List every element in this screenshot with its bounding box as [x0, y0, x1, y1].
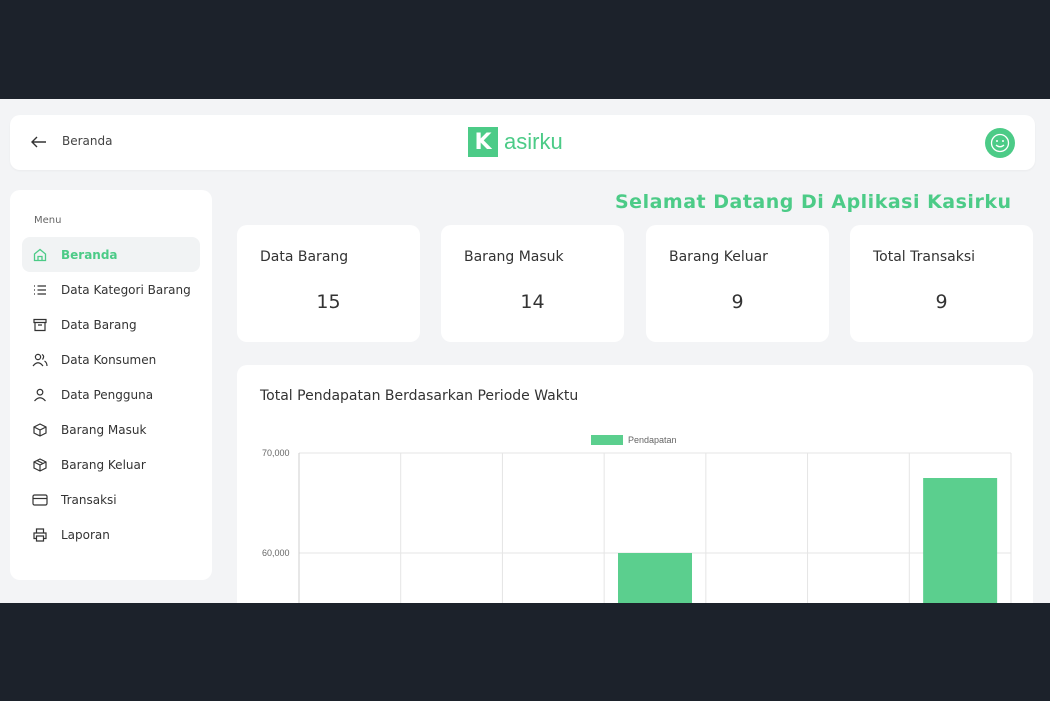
smiley-avatar-icon[interactable]: [985, 128, 1015, 158]
stat-value: 9: [935, 291, 948, 313]
stat-value: 9: [731, 291, 744, 313]
sidebar-item-transaksi[interactable]: Transaksi: [22, 482, 200, 517]
stat-label: Barang Keluar: [669, 249, 768, 265]
back-arrow-icon[interactable]: [30, 132, 48, 152]
bar-pendapatan: [923, 478, 998, 603]
sidebar-item-data-pengguna[interactable]: Data Pengguna: [22, 377, 200, 412]
sidebar-item-barang-masuk[interactable]: Barang Masuk: [22, 412, 200, 447]
stat-label: Data Barang: [260, 249, 349, 265]
printer-icon: [32, 527, 48, 543]
logo-letter: K: [468, 127, 498, 157]
home-icon: [32, 247, 48, 263]
sidebar-item-label: Beranda: [61, 247, 118, 262]
revenue-chart-card: Total Pendapatan Berdasarkan Periode Wak…: [237, 365, 1033, 603]
sidebar-item-beranda[interactable]: Beranda: [22, 237, 200, 272]
sidebar-item-label: Data Konsumen: [61, 352, 157, 367]
sidebar-item-barang-keluar[interactable]: Barang Keluar: [22, 447, 200, 482]
stat-label: Total Transaksi: [873, 249, 976, 265]
sidebar-item-label: Transaksi: [61, 492, 117, 507]
stat-label: Barang Masuk: [464, 249, 564, 265]
users-icon: [32, 352, 48, 368]
sidebar-item-data-barang[interactable]: Data Barang: [22, 307, 200, 342]
letterbox-top: [0, 0, 1050, 99]
stat-card-total-transaksi: Total Transaksi 9: [850, 225, 1033, 342]
revenue-bar-chart: 70,000 60,000 Pendapatan: [262, 435, 1012, 603]
menu-list: Beranda Data Kategori Barang Data Barang…: [22, 237, 200, 552]
welcome-heading: Selamat Datang Di Aplikasi Kasirku: [615, 191, 1012, 213]
letterbox-bottom: [0, 603, 1050, 701]
app-logo: K asirku: [468, 127, 563, 157]
sidebar-item-laporan[interactable]: Laporan: [22, 517, 200, 552]
archive-icon: [32, 317, 48, 333]
sidebar-item-label: Barang Keluar: [61, 457, 146, 472]
box-icon: [32, 457, 48, 473]
list-icon: [32, 282, 48, 298]
legend-label: Pendapatan: [628, 435, 677, 445]
stat-card-data-barang: Data Barang 15: [237, 225, 420, 342]
sidebar-item-data-kategori-barang[interactable]: Data Kategori Barang: [22, 272, 200, 307]
sidebar-item-label: Barang Masuk: [61, 422, 147, 437]
sidebar-item-label: Data Kategori Barang: [61, 282, 191, 297]
menu-title: Menu: [34, 215, 62, 226]
bar-pendapatan: [618, 553, 692, 603]
stat-card-barang-masuk: Barang Masuk 14: [441, 225, 624, 342]
card-icon: [32, 492, 48, 508]
stat-value: 14: [520, 291, 545, 313]
app-window: Beranda K asirku Menu Beranda Data Kateg…: [0, 99, 1050, 603]
legend-swatch: [591, 435, 623, 445]
logo-text: asirku: [504, 129, 563, 154]
sidebar-item-label: Data Pengguna: [61, 387, 154, 402]
stat-value: 15: [316, 291, 341, 313]
user-icon: [32, 387, 48, 403]
box-icon: [32, 422, 48, 438]
sidebar: Menu Beranda Data Kategori Barang Data B…: [10, 190, 212, 580]
top-navbar: Beranda K asirku: [10, 115, 1035, 170]
sidebar-item-label: Data Barang: [61, 317, 137, 332]
breadcrumb: Beranda: [62, 134, 113, 148]
sidebar-item-data-konsumen[interactable]: Data Konsumen: [22, 342, 200, 377]
y-tick-label: 60,000: [262, 548, 290, 558]
y-tick-label: 70,000: [262, 448, 290, 458]
stat-card-barang-keluar: Barang Keluar 9: [646, 225, 829, 342]
sidebar-item-label: Laporan: [61, 527, 110, 542]
